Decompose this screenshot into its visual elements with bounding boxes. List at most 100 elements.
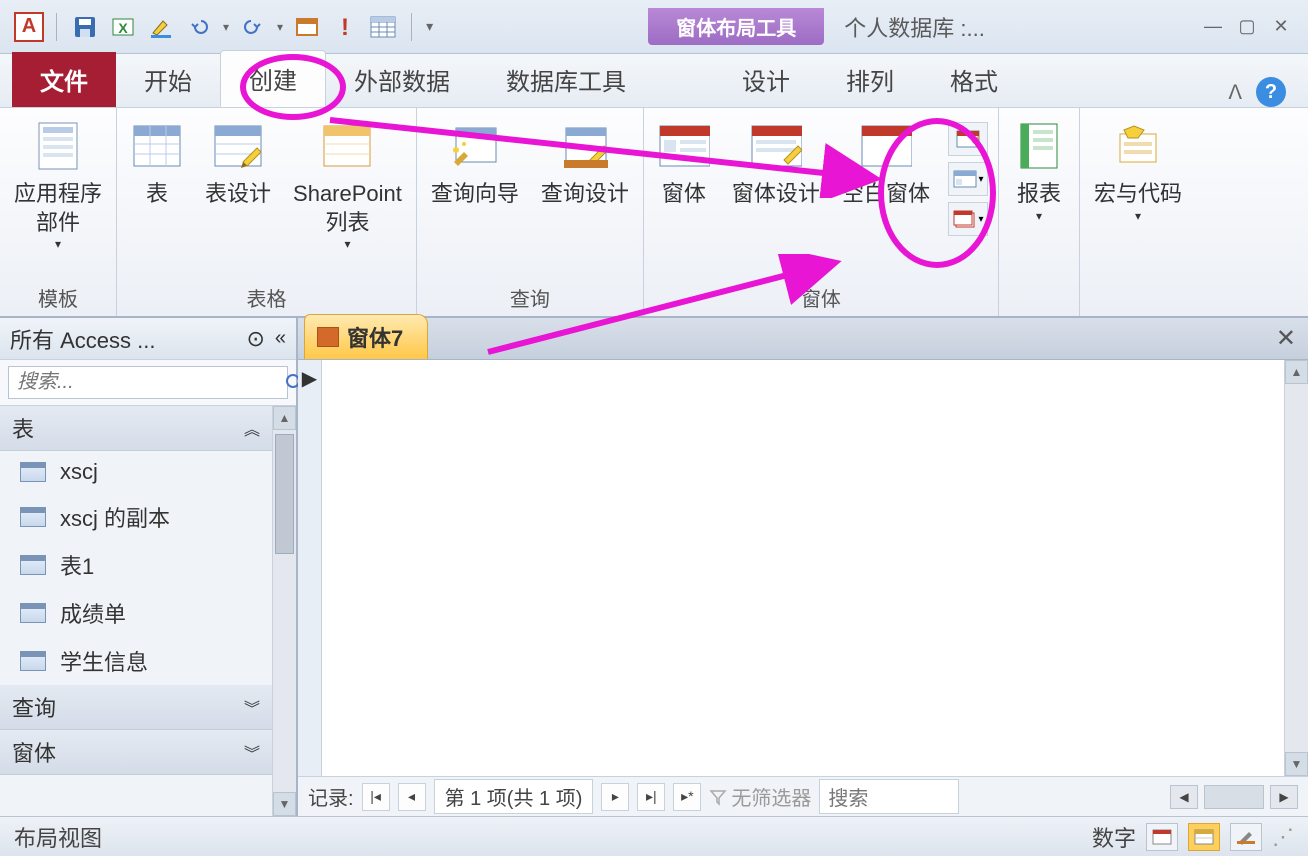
- sharepoint-button[interactable]: SharePoint 列表 ▾: [285, 116, 410, 257]
- nav-item-table1[interactable]: 表1: [0, 541, 272, 589]
- macro-button[interactable]: 宏与代码 ▾: [1086, 116, 1190, 228]
- status-mode-label: 数字: [1092, 821, 1136, 853]
- nav-category-label: 表: [12, 412, 34, 444]
- nav-item-student-info[interactable]: 学生信息: [0, 637, 272, 685]
- highlight-icon[interactable]: [147, 13, 175, 41]
- doc-tab-form7[interactable]: 窗体7: [304, 314, 428, 359]
- tab-file[interactable]: 文件: [12, 52, 116, 107]
- status-bar: 布局视图 数字 ⋰: [0, 816, 1308, 856]
- record-navigator: 记录: |◂ ◂ 第 1 项(共 1 项) ▸ ▸| ▸* 无筛选器 搜索 ◀ …: [298, 776, 1308, 816]
- quick-access-toolbar: X ▾ ▾ ! ▾: [52, 13, 433, 41]
- excel-export-icon[interactable]: X: [109, 13, 137, 41]
- form-canvas[interactable]: [322, 360, 1284, 776]
- record-selector-icon: ▶: [302, 366, 317, 391]
- qat-customize-dropdown[interactable]: ▾: [426, 18, 433, 35]
- nav-search-box[interactable]: [8, 366, 288, 399]
- nav-title: 所有 Access ...: [10, 323, 155, 355]
- form-button[interactable]: 窗体: [650, 116, 718, 213]
- recnav-label: 记录:: [308, 782, 354, 811]
- nav-header[interactable]: 所有 Access ... ⊙ «: [0, 318, 296, 360]
- tab-design[interactable]: 设计: [714, 52, 818, 107]
- maximize-button[interactable]: ▢: [1234, 14, 1260, 40]
- tab-home[interactable]: 开始: [116, 52, 220, 107]
- window-icon[interactable]: [293, 13, 321, 41]
- query-design-button[interactable]: 查询设计: [533, 116, 637, 213]
- undo-icon[interactable]: [185, 13, 213, 41]
- scroll-down-icon[interactable]: ▼: [273, 792, 296, 816]
- report-button[interactable]: 报表 ▾: [1005, 116, 1073, 228]
- undo-dropdown[interactable]: ▾: [223, 20, 229, 34]
- scroll-right-icon[interactable]: ▶: [1270, 785, 1298, 809]
- design-view-button[interactable]: [1230, 823, 1262, 851]
- new-record-button[interactable]: ▸*: [673, 783, 701, 811]
- content-scrollbar[interactable]: ▲ ▼: [1284, 360, 1308, 776]
- svg-text:X: X: [118, 20, 128, 36]
- form-view-button[interactable]: [1146, 823, 1178, 851]
- scroll-thumb[interactable]: [275, 434, 294, 554]
- tab-database-tools[interactable]: 数据库工具: [478, 52, 654, 107]
- blank-form-label: 空白窗体: [842, 180, 930, 209]
- table-design-button[interactable]: 表设计: [197, 116, 279, 213]
- group-label-templates: 模板: [38, 277, 78, 316]
- form-design-button[interactable]: 窗体设计: [724, 116, 828, 213]
- scroll-down-icon[interactable]: ▼: [1285, 752, 1308, 776]
- close-button[interactable]: ✕: [1268, 14, 1294, 40]
- titlebar: A X ▾ ▾ ! ▾ 窗体布局工具 个人数据库 :... — ▢ ✕: [0, 0, 1308, 54]
- form-wizard-button[interactable]: [948, 122, 988, 156]
- filter-indicator[interactable]: 无筛选器: [709, 782, 811, 811]
- doc-close-button[interactable]: ✕: [1276, 324, 1296, 353]
- nav-collapse-icon[interactable]: «: [275, 327, 286, 350]
- hscroll-track[interactable]: [1204, 785, 1264, 809]
- search-input[interactable]: [17, 371, 285, 394]
- resize-grip-icon[interactable]: ⋰: [1272, 824, 1294, 850]
- blank-form-button[interactable]: 空白窗体: [834, 116, 938, 213]
- scroll-up-icon[interactable]: ▲: [1285, 360, 1308, 384]
- table-design-icon: [212, 120, 264, 172]
- nav-item-xscj-copy[interactable]: xscj 的副本: [0, 493, 272, 541]
- nav-category-forms[interactable]: 窗体 ︾: [0, 730, 272, 775]
- redo-dropdown[interactable]: ▾: [277, 20, 283, 34]
- record-selector[interactable]: ▶: [298, 360, 322, 776]
- save-icon[interactable]: [71, 13, 99, 41]
- nav-item-xscj[interactable]: xscj: [0, 451, 272, 493]
- record-display[interactable]: 第 1 项(共 1 项): [434, 779, 594, 814]
- app-parts-button[interactable]: 应用程序 部件 ▾: [6, 116, 110, 257]
- layout-view-button[interactable]: [1188, 823, 1220, 851]
- tab-format[interactable]: 格式: [922, 52, 1026, 107]
- first-record-button[interactable]: |◂: [362, 783, 390, 811]
- ribbon: 应用程序 部件 ▾ 模板 表 表设计 SharePoint 列表 ▾ 表格: [0, 108, 1308, 318]
- alert-icon[interactable]: !: [331, 13, 359, 41]
- context-tool-tab: 窗体布局工具: [648, 8, 824, 45]
- nav-category-tables[interactable]: 表 ︽: [0, 406, 272, 451]
- prev-record-button[interactable]: ◂: [398, 783, 426, 811]
- tab-create[interactable]: 创建: [220, 50, 326, 107]
- horizontal-scrollbar[interactable]: ◀ ▶: [1170, 785, 1298, 809]
- navigation-button[interactable]: ▾: [948, 162, 988, 196]
- minimize-button[interactable]: —: [1200, 14, 1226, 40]
- scroll-left-icon[interactable]: ◀: [1170, 785, 1198, 809]
- last-record-button[interactable]: ▸|: [637, 783, 665, 811]
- nav-item-label: 成绩单: [60, 597, 126, 629]
- scroll-up-icon[interactable]: ▲: [273, 406, 296, 430]
- qat-separator: [411, 13, 412, 41]
- nav-item-label: 表1: [60, 549, 94, 581]
- forms-more-column: ▾ ▾: [944, 116, 992, 242]
- nav-dropdown-icon[interactable]: ⊙: [246, 326, 264, 352]
- datasheet-icon[interactable]: [369, 13, 397, 41]
- query-wizard-button[interactable]: 查询向导: [423, 116, 527, 213]
- nav-item-grades[interactable]: 成绩单: [0, 589, 272, 637]
- table-label: 表: [146, 180, 168, 209]
- tab-external-data[interactable]: 外部数据: [326, 52, 478, 107]
- redo-icon[interactable]: [239, 13, 267, 41]
- nav-category-queries[interactable]: 查询 ︾: [0, 685, 272, 730]
- nav-body: 表 ︽ xscj xscj 的副本 表1 成绩单 学生信息 查询 ︾ 窗体 ︾: [0, 406, 272, 816]
- record-search-box[interactable]: 搜索: [819, 779, 959, 814]
- nav-scrollbar[interactable]: ▲ ▼: [272, 406, 296, 816]
- more-forms-button[interactable]: ▾: [948, 202, 988, 236]
- tab-arrange[interactable]: 排列: [818, 52, 922, 107]
- ribbon-minimize-icon[interactable]: ᐱ: [1228, 80, 1242, 105]
- group-label-reports: [1036, 283, 1042, 316]
- help-button[interactable]: ?: [1256, 77, 1286, 107]
- table-button[interactable]: 表: [123, 116, 191, 213]
- next-record-button[interactable]: ▸: [601, 783, 629, 811]
